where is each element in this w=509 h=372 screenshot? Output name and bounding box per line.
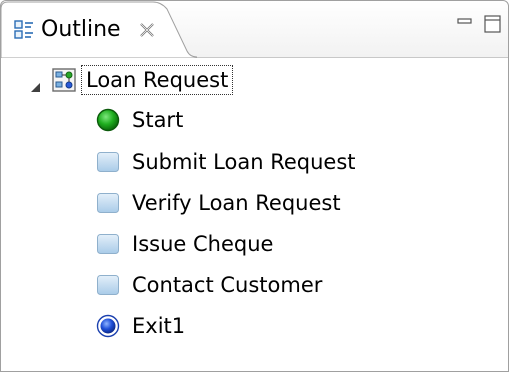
tree-item-label: Contact Customer	[132, 273, 323, 297]
tree-item-start[interactable]: Start	[1, 103, 508, 143]
end-event-icon	[96, 314, 120, 338]
minimize-icon[interactable]	[455, 13, 475, 33]
tree-item-label: Submit Loan Request	[132, 150, 356, 174]
expanded-triangle-icon[interactable]	[30, 79, 42, 92]
tree-item-label: Loan Request	[86, 68, 229, 92]
tree-item-loan-request[interactable]: Loan Request	[1, 62, 508, 102]
close-icon[interactable]	[139, 22, 155, 38]
tree-item-submit-loan-request[interactable]: Submit Loan Request	[1, 145, 508, 185]
outline-icon	[14, 20, 34, 40]
task-icon	[96, 273, 120, 297]
outline-view: Outline Loan Request Start Submit Loan R…	[0, 0, 509, 372]
tree-item-label: Verify Loan Request	[132, 191, 341, 215]
tree-item-verify-loan-request[interactable]: Verify Loan Request	[1, 186, 508, 226]
tree-item-label: Exit1	[132, 314, 186, 338]
process-diagram-icon	[52, 68, 76, 92]
tab-outline[interactable]: Outline	[1, 1, 197, 58]
tree-item-selected-frame: Loan Request	[81, 65, 234, 95]
tree-item-label: Issue Cheque	[132, 232, 274, 256]
start-event-icon	[96, 108, 120, 132]
view-tab-bar: Outline	[1, 1, 508, 58]
task-icon	[96, 191, 120, 215]
task-icon	[96, 150, 120, 174]
tab-title: Outline	[41, 17, 121, 42]
tree-item-issue-cheque[interactable]: Issue Cheque	[1, 227, 508, 267]
maximize-icon[interactable]	[482, 13, 502, 33]
task-icon	[96, 232, 120, 256]
tree-item-contact-customer[interactable]: Contact Customer	[1, 268, 508, 308]
tree-item-label: Start	[132, 108, 184, 132]
tree-item-exit1[interactable]: Exit1	[1, 309, 508, 349]
